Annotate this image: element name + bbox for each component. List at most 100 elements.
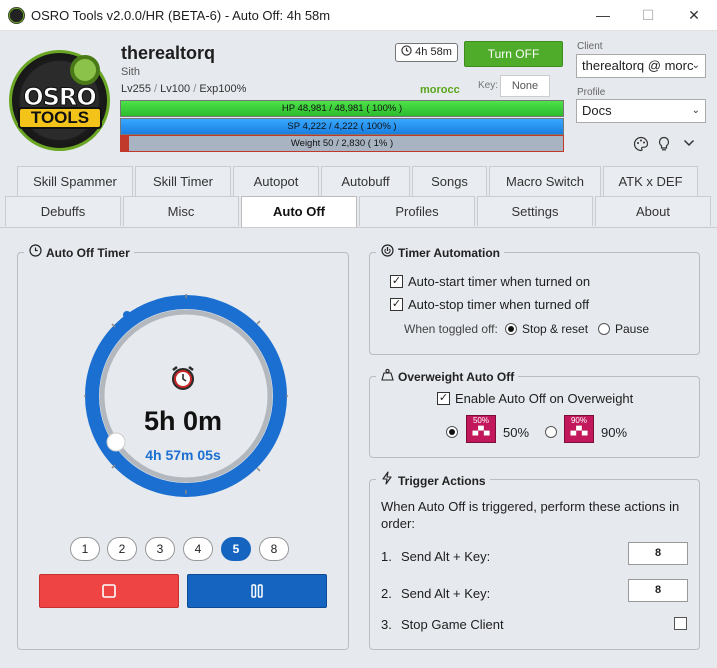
tab-skill-timer[interactable]: Skill Timer xyxy=(135,166,231,196)
exp-value: 100% xyxy=(218,83,247,95)
tab-debuffs[interactable]: Debuffs xyxy=(5,196,121,226)
preset-2h-button[interactable]: 2 xyxy=(107,537,137,561)
close-button[interactable]: ✕ xyxy=(671,0,717,31)
trigger-actions-title-text: Trigger Actions xyxy=(398,474,486,488)
overweight-title-text: Overweight Auto Off xyxy=(398,370,515,384)
action-1-label: Send Alt + Key: xyxy=(401,549,491,564)
tab-settings[interactable]: Settings xyxy=(477,196,593,226)
tab-autopot[interactable]: Autopot xyxy=(233,166,319,196)
overweight-90-radio[interactable] xyxy=(545,426,557,438)
tab-macro-switch[interactable]: Macro Switch xyxy=(489,166,601,196)
timer-duration: 5h 0m xyxy=(143,406,223,436)
overweight-50-icon-text: 50% xyxy=(472,416,489,425)
timer-automation-title: Timer Automation xyxy=(376,244,505,260)
window-title: OSRO Tools v2.0.0/HR (BETA-6) - Auto Off… xyxy=(31,8,331,23)
client-label: Client xyxy=(577,41,603,52)
auto-start-checkbox[interactable]: ✓ xyxy=(390,275,403,288)
auto-stop-label: Auto-stop timer when turned off xyxy=(408,297,590,312)
timer-ring[interactable] xyxy=(84,294,288,498)
tab-atk-x-def[interactable]: ATK x DEF xyxy=(603,166,698,196)
timer-chip: 4h 58m xyxy=(395,43,458,62)
timer-remaining: 4h 57m 05s xyxy=(145,447,221,463)
tab-autobuff[interactable]: Autobuff xyxy=(321,166,410,196)
profile-select-value: Docs xyxy=(582,103,612,118)
lightning-icon xyxy=(380,471,394,488)
stop-game-client-checkbox[interactable] xyxy=(674,617,687,630)
chevron-down-icon[interactable] xyxy=(683,138,695,148)
palette-icon[interactable] xyxy=(633,136,649,152)
turn-off-button[interactable]: Turn OFF xyxy=(464,41,563,67)
action-1-number: 1. xyxy=(381,549,392,564)
overweight-50-icon: 50% ▄▀▄ xyxy=(466,415,496,443)
preset-4h-button[interactable]: 4 xyxy=(183,537,213,561)
minimize-button[interactable]: — xyxy=(580,0,626,31)
client-select[interactable]: therealtorq @ morc ⌄ xyxy=(576,54,706,78)
weight-bar-fill xyxy=(121,136,129,151)
action-2-key-field[interactable]: 8 xyxy=(628,579,688,602)
overweight-90-icon: 90% ▄▀▄ xyxy=(564,415,594,443)
overweight-group: Overweight Auto Off ✓ Enable Auto Off on… xyxy=(369,368,700,458)
action-3-number: 3. xyxy=(381,617,392,632)
client-select-value: therealtorq @ morc xyxy=(582,58,694,73)
auto-start-label: Auto-start timer when turned on xyxy=(408,274,591,289)
base-level: Lv255 xyxy=(121,83,151,95)
preset-1h-button[interactable]: 1 xyxy=(70,537,100,561)
player-class: Sith xyxy=(121,66,140,78)
stop-reset-label: Stop & reset xyxy=(522,322,589,336)
action-2-number: 2. xyxy=(381,586,392,601)
trigger-actions-title: Trigger Actions xyxy=(376,471,490,488)
action-1-key-field[interactable]: 8 xyxy=(628,542,688,565)
pause-button[interactable] xyxy=(187,574,327,608)
tab-misc[interactable]: Misc xyxy=(123,196,239,226)
overweight-90-label: 90% xyxy=(601,425,628,440)
tab-profiles[interactable]: Profiles xyxy=(359,196,475,226)
osro-tools-logo: OSRO TOOLS xyxy=(9,50,110,151)
gear-icon xyxy=(70,55,100,85)
preset-8h-button[interactable]: 8 xyxy=(259,537,289,561)
overweight-90-icon-text: 90% xyxy=(570,416,587,425)
tab-songs[interactable]: Songs xyxy=(412,166,487,196)
stop-reset-radio[interactable] xyxy=(505,323,517,335)
power-icon xyxy=(380,244,394,260)
chevron-down-icon: ⌄ xyxy=(691,105,700,116)
pause-icon xyxy=(251,584,263,598)
weight-bar: Weight 50 / 2,830 ( 1% ) xyxy=(120,135,564,152)
sp-bar: SP 4,222 / 4,222 ( 100% ) xyxy=(120,118,564,135)
app-icon xyxy=(8,7,25,24)
tab-skill-spammer[interactable]: Skill Spammer xyxy=(17,166,133,196)
lightbulb-icon[interactable] xyxy=(657,136,671,152)
preset-5h-button[interactable]: 5 xyxy=(221,537,251,561)
auto-stop-checkbox[interactable]: ✓ xyxy=(390,298,403,311)
enable-overweight-label: Enable Auto Off on Overweight xyxy=(455,391,634,406)
action-2-label: Send Alt + Key: xyxy=(401,586,491,601)
title-bar: OSRO Tools v2.0.0/HR (BETA-6) - Auto Off… xyxy=(0,0,717,31)
server-name: morocc xyxy=(420,84,460,96)
maximize-button[interactable]: ☐ xyxy=(625,0,671,31)
clock-icon xyxy=(401,45,412,56)
stats-separator: / xyxy=(193,83,197,95)
timer-chip-text: 4h 58m xyxy=(415,46,452,58)
enable-overweight-checkbox[interactable]: ✓ xyxy=(437,392,450,405)
tab-about[interactable]: About xyxy=(595,196,711,226)
logo-text-tools: TOOLS xyxy=(18,107,102,129)
action-3-label: Stop Game Client xyxy=(401,617,504,632)
stop-button[interactable] xyxy=(39,574,179,608)
preset-3h-button[interactable]: 3 xyxy=(145,537,175,561)
timer-automation-title-text: Timer Automation xyxy=(398,246,501,260)
overweight-50-radio[interactable] xyxy=(446,426,458,438)
profile-select[interactable]: Docs ⌄ xyxy=(576,99,706,123)
stats-separator: / xyxy=(154,83,158,95)
profile-label: Profile xyxy=(577,87,606,98)
tab-auto-off[interactable]: Auto Off xyxy=(241,196,357,227)
weight-bar-text: Weight 50 / 2,830 ( 1% ) xyxy=(290,138,394,149)
hp-bar-text: HP 48,981 / 48,981 ( 100% ) xyxy=(281,103,403,114)
timer-automation-group: Timer Automation ✓ Auto-start timer when… xyxy=(369,244,700,355)
overweight-50-label: 50% xyxy=(503,425,530,440)
hotkey-field[interactable]: None xyxy=(500,75,550,97)
pause-radio[interactable] xyxy=(598,323,610,335)
clock-icon xyxy=(28,244,42,260)
auto-off-timer-title-text: Auto Off Timer xyxy=(46,246,130,260)
timer-start-marker xyxy=(123,311,131,319)
exp-label: Exp xyxy=(199,83,219,95)
overweight-title: Overweight Auto Off xyxy=(376,368,519,384)
